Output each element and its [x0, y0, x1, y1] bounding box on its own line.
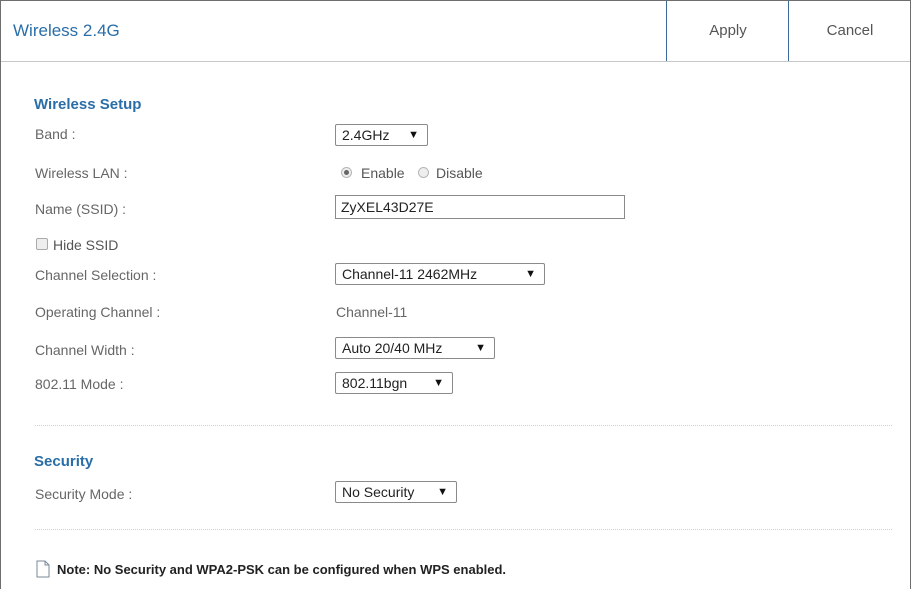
channel-selection-select[interactable]: Channel-11 2462MHz ▼	[335, 263, 545, 285]
enable-radio[interactable]	[341, 167, 352, 178]
enable-radio-label[interactable]: Enable	[361, 165, 405, 181]
apply-button[interactable]: Apply	[666, 1, 789, 61]
dropdown-arrow-icon: ▼	[525, 268, 536, 280]
panel-frame: Wireless 2.4G Apply Cancel Wireless Setu…	[0, 0, 911, 589]
hide-ssid-checkbox[interactable]	[36, 238, 48, 250]
panel-header: Wireless 2.4G Apply Cancel	[1, 1, 910, 62]
dropdown-arrow-icon: ▼	[408, 129, 419, 141]
mode-select-value: 802.11bgn	[342, 375, 408, 391]
channel-width-select[interactable]: Auto 20/40 MHz ▼	[335, 337, 495, 359]
operating-channel-value: Channel-11	[336, 304, 408, 320]
disable-radio[interactable]	[418, 167, 429, 178]
mode-select[interactable]: 802.11bgn ▼	[335, 372, 453, 394]
band-label: Band :	[35, 126, 76, 142]
band-select[interactable]: 2.4GHz ▼	[335, 124, 428, 146]
security-mode-select[interactable]: No Security ▼	[335, 481, 457, 503]
wireless-setup-heading: Wireless Setup	[34, 96, 142, 113]
hide-ssid-label[interactable]: Hide SSID	[53, 237, 118, 253]
operating-channel-label: Operating Channel :	[35, 304, 161, 320]
security-heading: Security	[34, 453, 94, 470]
note-document-icon	[36, 560, 50, 578]
channel-selection-label: Channel Selection :	[35, 267, 157, 283]
section-divider	[35, 529, 892, 530]
wps-note-text: Note: No Security and WPA2-PSK can be co…	[57, 562, 507, 577]
cancel-button[interactable]: Cancel	[788, 1, 911, 61]
band-select-value: 2.4GHz	[342, 127, 390, 143]
ssid-input[interactable]: ZyXEL43D27E	[335, 195, 625, 219]
section-divider	[35, 425, 892, 426]
security-mode-value: No Security	[342, 484, 415, 500]
channel-width-value: Auto 20/40 MHz	[342, 340, 443, 356]
mode-label: 802.11 Mode :	[35, 376, 124, 392]
channel-selection-value: Channel-11 2462MHz	[342, 266, 478, 282]
dropdown-arrow-icon: ▼	[437, 486, 448, 498]
dropdown-arrow-icon: ▼	[475, 342, 486, 354]
dropdown-arrow-icon: ▼	[433, 377, 444, 389]
security-mode-label: Security Mode :	[35, 486, 133, 502]
channel-width-label: Channel Width :	[35, 342, 135, 358]
disable-radio-label[interactable]: Disable	[436, 165, 483, 181]
ssid-label: Name (SSID) :	[35, 201, 127, 217]
wireless-lan-label: Wireless LAN :	[35, 165, 128, 181]
page-title: Wireless 2.4G	[13, 21, 120, 40]
